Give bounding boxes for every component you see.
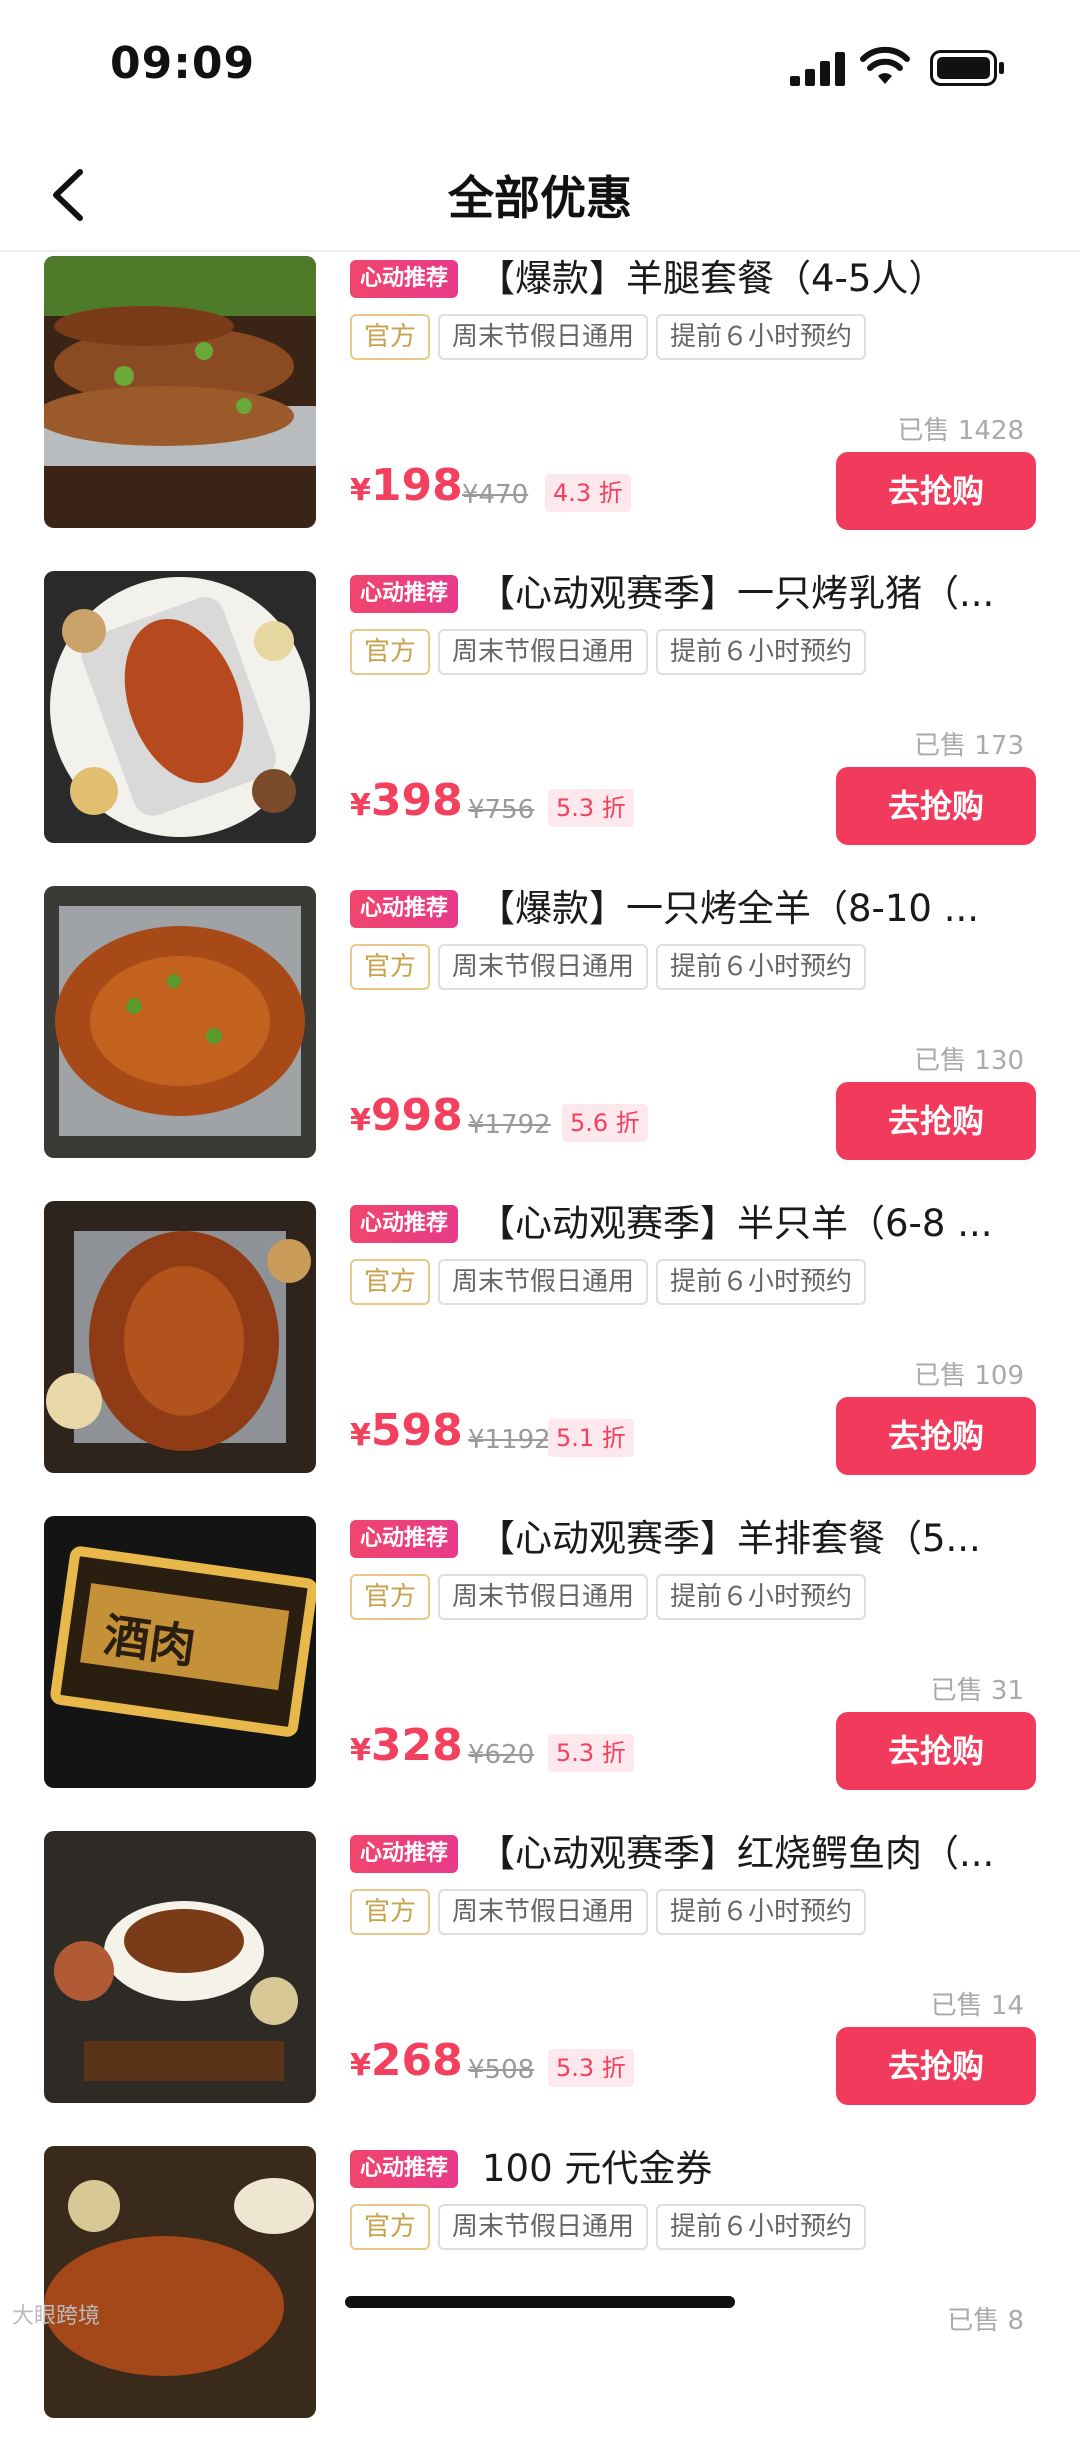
status-bar: 09:09 — [0, 0, 1080, 140]
weekend-tag: 周末节假日通用 — [438, 314, 649, 360]
discount-badge: 5.3 折 — [548, 789, 634, 827]
discount-badge: 5.6 折 — [562, 1104, 648, 1142]
deal-title[interactable]: 【爆款】一只烤全羊（8-10 ... — [478, 884, 1038, 934]
sold-count: 已售 1428 — [897, 416, 1024, 446]
deal-thumbnail[interactable] — [44, 571, 316, 843]
weekend-tag: 周末节假日通用 — [438, 944, 649, 990]
current-price: ¥328 — [350, 1720, 463, 1771]
booking-tag: 提前６小时预约 — [656, 1889, 867, 1935]
buy-button[interactable]: 去抢购 — [836, 2027, 1036, 2105]
deal-item[interactable]: 心动推荐 【心动观赛季】红烧鳄鱼肉（... 官方 周末节假日通用 提前６小时预约 已… — [0, 1829, 1080, 2144]
sold-count: 已售 173 — [914, 731, 1024, 761]
current-price: ¥198 — [350, 460, 463, 511]
booking-tag: 提前６小时预约 — [656, 944, 867, 990]
deal-title[interactable]: 【心动观赛季】羊排套餐（5... — [478, 1514, 1038, 1564]
deal-tags: 官方 周末节假日通用 提前６小时预约 — [350, 1574, 874, 1620]
recommend-badge: 心动推荐 — [350, 1835, 459, 1873]
booking-tag: 提前６小时预约 — [656, 629, 867, 675]
booking-tag: 提前６小时预约 — [656, 1574, 867, 1620]
deal-item[interactable]: 酒肉 心动推荐 【心动观赛季】羊排套餐（5... 官方 周末节假日通用 提前６小时预… — [0, 1514, 1080, 1829]
deal-tags: 官方 周末节假日通用 提前６小时预约 — [350, 314, 874, 360]
current-price: ¥998 — [350, 1090, 463, 1141]
current-price: ¥598 — [350, 1405, 463, 1456]
weekend-tag: 周末节假日通用 — [438, 1259, 649, 1305]
discount-badge: 5.3 折 — [548, 1734, 634, 1772]
deal-title[interactable]: 【爆款】羊腿套餐（4-5人） — [478, 254, 1038, 304]
original-price: ¥470 — [462, 480, 529, 510]
weekend-tag: 周末节假日通用 — [438, 2204, 649, 2250]
deal-title[interactable]: 【心动观赛季】半只羊（6-8 ... — [478, 1199, 1038, 1249]
buy-button[interactable]: 去抢购 — [836, 1712, 1036, 1790]
recommend-badge: 心动推荐 — [350, 575, 459, 613]
current-price: ¥268 — [350, 2035, 463, 2086]
recommend-badge: 心动推荐 — [350, 260, 459, 298]
sold-count: 已售 14 — [930, 1991, 1024, 2021]
nav-bar: 全部优惠 — [0, 140, 1080, 252]
sold-count: 已售 31 — [930, 1676, 1024, 1706]
recommend-badge: 心动推荐 — [350, 890, 459, 928]
current-price: ¥398 — [350, 775, 463, 826]
deal-thumbnail[interactable] — [44, 256, 316, 528]
deal-item[interactable]: 心动推荐 【爆款】一只烤全羊（8-10 ... 官方 周末节假日通用 提前６小时预约… — [0, 884, 1080, 1199]
original-price: ¥508 — [468, 2055, 535, 2085]
discount-badge: 5.1 折 — [548, 1419, 634, 1457]
official-tag: 官方 — [350, 944, 431, 990]
buy-button[interactable]: 去抢购 — [836, 1082, 1036, 1160]
booking-tag: 提前６小时预约 — [656, 1259, 867, 1305]
weekend-tag: 周末节假日通用 — [438, 629, 649, 675]
deal-tags: 官方 周末节假日通用 提前６小时预约 — [350, 1259, 874, 1305]
deal-tags: 官方 周末节假日通用 提前６小时预约 — [350, 2204, 874, 2250]
buy-button[interactable]: 去抢购 — [836, 1397, 1036, 1475]
cellular-signal-icon — [790, 52, 845, 86]
deal-tags: 官方 周末节假日通用 提前６小时预约 — [350, 944, 874, 990]
booking-tag: 提前６小时预约 — [656, 314, 867, 360]
buy-button[interactable]: 去抢购 — [836, 767, 1036, 845]
discount-badge: 5.3 折 — [548, 2049, 634, 2087]
deal-thumbnail[interactable] — [44, 1831, 316, 2103]
battery-icon — [930, 50, 1004, 86]
status-time: 09:09 — [110, 38, 256, 89]
deal-thumbnail[interactable] — [44, 886, 316, 1158]
original-price: ¥1792 — [468, 1110, 551, 1140]
watermark: 大眼跨境 — [12, 2304, 101, 2329]
recommend-badge: 心动推荐 — [350, 2150, 459, 2188]
deal-item[interactable]: 心动推荐 【心动观赛季】一只烤乳猪（... 官方 周末节假日通用 提前６小时预约 已… — [0, 569, 1080, 884]
home-indicator — [345, 2296, 735, 2308]
official-tag: 官方 — [350, 629, 431, 675]
discount-badge: 4.3 折 — [545, 474, 631, 512]
original-price: ¥1192 — [468, 1425, 551, 1455]
recommend-badge: 心动推荐 — [350, 1520, 459, 1558]
deal-title[interactable]: 【心动观赛季】红烧鳄鱼肉（... — [478, 1829, 1038, 1879]
deal-title[interactable]: 【心动观赛季】一只烤乳猪（... — [478, 569, 1038, 619]
deal-thumbnail[interactable] — [44, 2146, 316, 2418]
buy-button[interactable]: 去抢购 — [836, 452, 1036, 530]
official-tag: 官方 — [350, 1889, 431, 1935]
deal-item[interactable]: 心动推荐 【爆款】羊腿套餐（4-5人） 官方 周末节假日通用 提前６小时预约 已售 … — [0, 254, 1080, 569]
official-tag: 官方 — [350, 314, 431, 360]
official-tag: 官方 — [350, 1259, 431, 1305]
deal-item[interactable]: 心动推荐 【心动观赛季】半只羊（6-8 ... 官方 周末节假日通用 提前６小时预约… — [0, 1199, 1080, 1514]
sold-count: 已售 109 — [914, 1361, 1024, 1391]
page-title: 全部优惠 — [448, 171, 632, 225]
original-price: ¥620 — [468, 1740, 535, 1770]
wifi-icon — [860, 46, 910, 84]
official-tag: 官方 — [350, 2204, 431, 2250]
weekend-tag: 周末节假日通用 — [438, 1574, 649, 1620]
weekend-tag: 周末节假日通用 — [438, 1889, 649, 1935]
deal-tags: 官方 周末节假日通用 提前６小时预约 — [350, 629, 874, 675]
sold-count: 已售 8 — [947, 2306, 1024, 2336]
booking-tag: 提前６小时预约 — [656, 2204, 867, 2250]
deal-tags: 官方 周末节假日通用 提前６小时预约 — [350, 1889, 874, 1935]
sold-count: 已售 130 — [914, 1046, 1024, 1076]
recommend-badge: 心动推荐 — [350, 1205, 459, 1243]
official-tag: 官方 — [350, 1574, 431, 1620]
deal-thumbnail[interactable]: 酒肉 — [44, 1516, 316, 1788]
deal-title[interactable]: 100 元代金券 — [482, 2144, 1042, 2194]
deal-thumbnail[interactable] — [44, 1201, 316, 1473]
original-price: ¥756 — [468, 795, 535, 825]
